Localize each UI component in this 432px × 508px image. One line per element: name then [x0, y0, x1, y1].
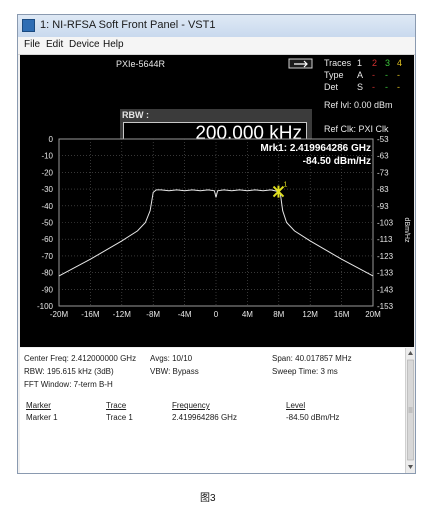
menu-device[interactable]: Device — [69, 39, 100, 50]
window-title: 1: NI-RFSA Soft Front Panel - VST1 — [40, 19, 216, 31]
app-icon — [22, 19, 35, 32]
ref-clock: Ref Clk: PXI Clk — [324, 124, 389, 134]
x-tick-label: -20M — [50, 310, 69, 319]
type-value-2: - — [372, 70, 375, 80]
vbw-status: VBW: Bypass — [150, 367, 199, 376]
x-tick-label: -4M — [178, 310, 192, 319]
trace-2-number[interactable]: 2 — [372, 58, 377, 68]
x-tick-label: -12M — [113, 310, 132, 319]
y-tick-label-left: 0 — [49, 135, 54, 144]
y-tick-label-left: -30 — [41, 185, 53, 194]
sweep-time: Sweep Time: 3 ms — [272, 367, 338, 376]
y-tick-label-right: -143 — [377, 285, 394, 294]
y-tick-label-left: -10 — [41, 152, 53, 161]
y-tick-label-left: -70 — [41, 252, 53, 261]
marker-number: 1 — [283, 182, 287, 189]
y-tick-label-right: -83 — [377, 185, 389, 194]
det-label: Det — [324, 82, 339, 92]
marker-column-header[interactable]: Marker — [26, 401, 51, 410]
menu-file[interactable]: File — [24, 39, 40, 50]
trace-3-number[interactable]: 3 — [385, 58, 390, 68]
x-tick-label: 16M — [334, 310, 350, 319]
y-tick-label-right: -113 — [377, 235, 393, 244]
frequency-column-header[interactable]: Frequency — [172, 401, 210, 410]
trace-1-number[interactable]: 1 — [357, 58, 362, 68]
x-tick-label: 20M — [365, 310, 381, 319]
fft-window: FFT Window: 7-term B-H — [24, 380, 113, 389]
status-scrollbar[interactable] — [405, 348, 415, 473]
rbw-status: RBW: 195.615 kHz (3dB) — [24, 367, 114, 376]
x-tick-label: 12M — [302, 310, 318, 319]
scrollbar-track — [407, 351, 414, 469]
device-name: PXIe-5644R — [116, 59, 166, 69]
frequency-cell[interactable]: 2.419964286 GHz — [172, 413, 237, 422]
title-bar[interactable]: 1: NI-RFSA Soft Front Panel - VST1 — [18, 15, 415, 38]
averages: Avgs: 10/10 — [150, 354, 193, 363]
spectrum-chart[interactable]: dBmdBm/Hz0-10-20-30-40-50-60-70-80-90-10… — [20, 135, 414, 347]
menu-edit[interactable]: Edit — [46, 39, 63, 50]
traces-label: Traces — [324, 58, 352, 68]
level-column-header[interactable]: Level — [286, 401, 305, 410]
x-tick-label: -8M — [146, 310, 160, 319]
x-tick-label: 0 — [214, 310, 219, 319]
center-freq: Center Freq: 2.412000000 GHz — [24, 354, 137, 363]
scroll-down-arrow-icon[interactable] — [408, 465, 413, 469]
det-value-3: - — [385, 82, 388, 92]
det-value-2: - — [372, 82, 375, 92]
menu-bar: File Edit Device Help — [18, 37, 415, 55]
y-tick-label-right: -133 — [377, 269, 394, 278]
y-tick-label-left: -90 — [41, 285, 53, 294]
trace-cell[interactable]: Trace 1 — [106, 413, 133, 422]
type-value-4: - — [397, 70, 400, 80]
type-value-1: A — [357, 70, 364, 80]
y-tick-label-left: -60 — [41, 235, 53, 244]
app-window: 1: NI-RFSA Soft Front Panel - VST1 File … — [17, 14, 416, 474]
y-tick-label-left: -80 — [41, 269, 53, 278]
det-value-1: S — [357, 82, 364, 92]
level-cell[interactable]: -84.50 dBm/Hz — [286, 413, 339, 422]
span: Span: 40.017857 MHz — [272, 354, 352, 363]
y-tick-label-right: -63 — [377, 152, 389, 161]
y-tick-label-right: -73 — [377, 168, 389, 177]
figure-caption: 图3 — [200, 493, 216, 504]
x-tick-label: -16M — [81, 310, 100, 319]
rbw-label: RBW : — [122, 110, 149, 120]
x-tick-label: 8M — [273, 310, 284, 319]
y-tick-label-right: -53 — [377, 135, 389, 144]
status-area: Center Freq: 2.412000000 GHz Avgs: 10/10… — [20, 348, 405, 473]
marker-readout-level: -84.50 dBm/Hz — [303, 156, 371, 167]
y-tick-label-right: -93 — [377, 202, 389, 211]
trace-4-number[interactable]: 4 — [397, 58, 402, 68]
y-tick-label-right: -103 — [377, 219, 394, 228]
y-tick-label-left: -50 — [41, 219, 53, 228]
y-tick-label-left: -40 — [41, 202, 53, 211]
y-tick-label-left: -20 — [41, 168, 53, 177]
scroll-up-arrow-icon[interactable] — [408, 351, 413, 355]
y-axis-unit-right: dBm/Hz — [403, 218, 410, 243]
ref-level: Ref lvl: 0.00 dBm — [324, 100, 393, 110]
undo-arrow-icon[interactable] — [288, 58, 314, 70]
trace-column-header[interactable]: Trace — [106, 401, 126, 410]
type-label: Type — [324, 70, 344, 80]
spectrum-panel: PXIe-5644R Traces 1 2 3 4 Type A - - - D… — [20, 55, 414, 347]
y-tick-label-right: -123 — [377, 252, 394, 261]
type-value-3: - — [385, 70, 388, 80]
det-value-4: - — [397, 82, 400, 92]
marker-cell[interactable]: Marker 1 — [26, 413, 58, 422]
menu-help[interactable]: Help — [103, 39, 124, 50]
x-tick-label: 4M — [242, 310, 253, 319]
marker-readout-frequency: Mrk1: 2.419964286 GHz — [260, 143, 371, 154]
